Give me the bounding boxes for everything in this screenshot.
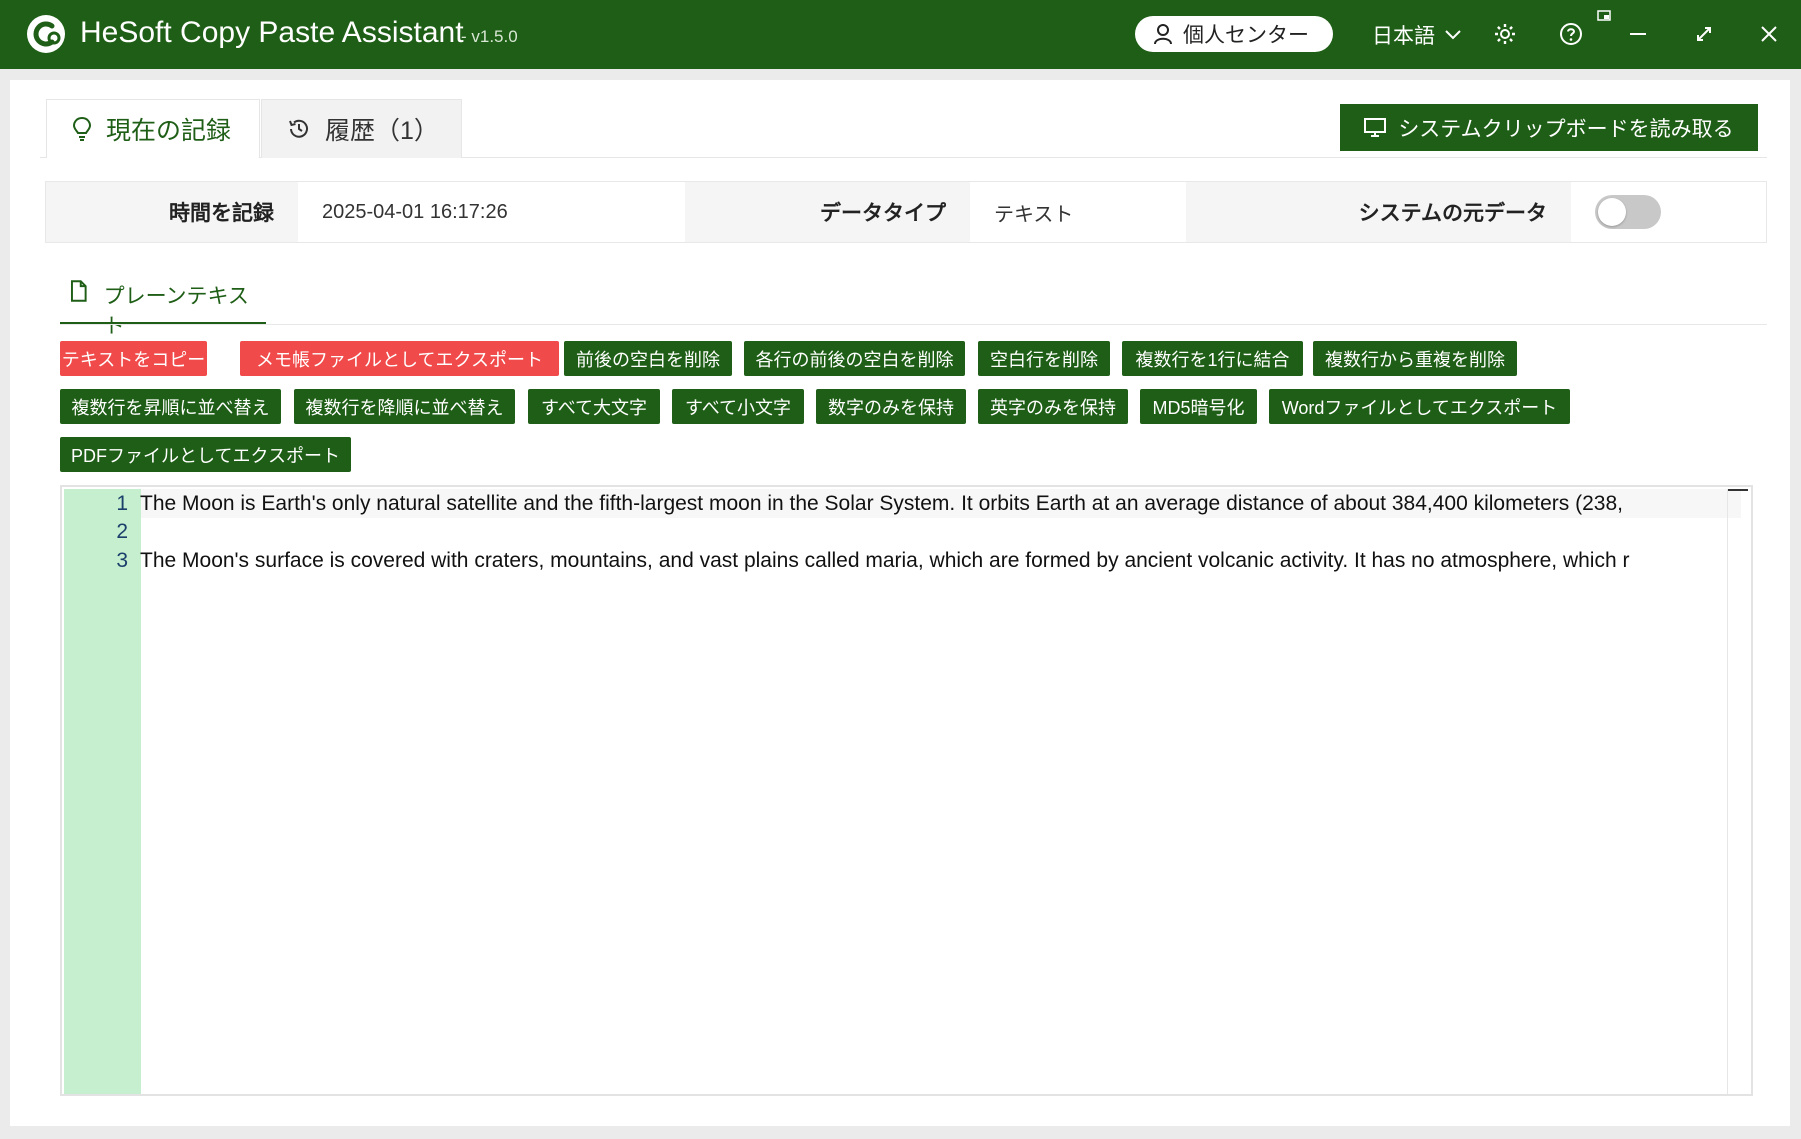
clock-history-icon xyxy=(289,119,308,138)
dedupe-lines-button[interactable]: 複数行から重複を削除 xyxy=(1313,341,1517,376)
trim-both-button[interactable]: 前後の空白を削除 xyxy=(564,341,732,376)
export-notepad-button[interactable]: メモ帳ファイルとしてエクスポート xyxy=(240,341,559,376)
data-type-value: テキスト xyxy=(994,203,1074,226)
lightbulb-icon xyxy=(72,116,92,141)
app-logo-icon xyxy=(27,15,65,53)
line-number: 1 xyxy=(116,492,128,515)
md5-button[interactable]: MD5暗号化 xyxy=(1140,389,1257,424)
line-number: 2 xyxy=(116,520,128,543)
tab-current-record[interactable]: 現在の記録 xyxy=(46,99,260,158)
sort-ascending-button[interactable]: 複数行を昇順に並べ替え xyxy=(60,389,281,424)
export-pdf-button[interactable]: PDFファイルとしてエクスポート xyxy=(60,437,351,472)
read-clipboard-button[interactable]: システムクリップボードを読み取る xyxy=(1340,104,1758,151)
record-info-row: 時間を記録 2025-04-01 16:17:26 データタイプ テキスト シス… xyxy=(45,181,1767,243)
help-icon[interactable] xyxy=(1557,20,1585,48)
join-lines-button[interactable]: 複数行を1行に結合 xyxy=(1122,341,1303,376)
user-center-label: 個人センター xyxy=(1183,24,1309,47)
trim-each-line-button[interactable]: 各行の前後の空白を削除 xyxy=(744,341,965,376)
tab-current-label: 現在の記録 xyxy=(106,117,232,145)
main-panel: 現在の記録 履歴（1） システムクリップボードを読み取る 時間を記録 2025-… xyxy=(10,80,1790,1126)
window-badge-icon xyxy=(1597,10,1611,21)
editor-line[interactable]: The Moon is Earth's only natural satelli… xyxy=(140,492,1623,516)
uppercase-button[interactable]: すべて大文字 xyxy=(528,389,660,424)
user-center-button[interactable]: 個人センター xyxy=(1135,16,1333,52)
read-clipboard-label: システムクリップボードを読み取る xyxy=(1398,117,1734,141)
text-caret xyxy=(1728,489,1748,491)
chevron-down-icon xyxy=(1445,30,1461,40)
plain-text-label: プレーンテキスト xyxy=(103,285,249,338)
app-version: - v1.5.0 xyxy=(461,27,518,46)
user-icon xyxy=(1154,24,1172,45)
monitor-icon xyxy=(1364,117,1387,137)
raw-data-label: システムの元データ xyxy=(1186,182,1571,242)
raw-data-toggle[interactable] xyxy=(1595,195,1661,229)
raw-data-cell xyxy=(1571,182,1766,242)
line-number: 3 xyxy=(116,549,128,572)
maximize-icon[interactable] xyxy=(1690,20,1718,48)
sort-descending-button[interactable]: 複数行を降順に並べ替え xyxy=(294,389,515,424)
export-word-button[interactable]: Wordファイルとしてエクスポート xyxy=(1269,389,1570,424)
app-title: HeSoft Copy Paste Assistant xyxy=(80,16,464,49)
minimize-icon[interactable] xyxy=(1624,20,1652,48)
record-time-label: 時間を記録 xyxy=(46,182,298,242)
record-time-value: 2025-04-01 16:17:26 xyxy=(322,200,508,223)
digits-only-button[interactable]: 数字のみを保持 xyxy=(816,389,966,424)
tab-history[interactable]: 履歴（1） xyxy=(261,99,462,158)
text-editor[interactable]: 1 2 3 The Moon is Earth's only natural s… xyxy=(60,485,1753,1096)
title-bar: HeSoft Copy Paste Assistant - v1.5.0 個人セ… xyxy=(0,0,1801,69)
section-divider xyxy=(60,324,1767,325)
remove-blank-lines-button[interactable]: 空白行を削除 xyxy=(978,341,1110,376)
line-number-gutter: 1 2 3 xyxy=(64,489,141,1094)
copy-text-button[interactable]: テキストをコピー xyxy=(60,341,207,376)
editor-line[interactable]: The Moon's surface is covered with crate… xyxy=(140,549,1629,573)
document-icon xyxy=(70,280,87,302)
editor-margin-rule xyxy=(1727,489,1728,1094)
language-label: 日本語 xyxy=(1372,25,1435,48)
tab-history-label: 履歴（1） xyxy=(325,117,439,145)
data-type-label: データタイプ xyxy=(685,182,970,242)
plain-text-tab[interactable]: プレーンテキスト xyxy=(60,276,266,338)
language-selector[interactable]: 日本語 xyxy=(1372,20,1461,50)
letters-only-button[interactable]: 英字のみを保持 xyxy=(978,389,1128,424)
lowercase-button[interactable]: すべて小文字 xyxy=(672,389,804,424)
close-icon[interactable] xyxy=(1755,20,1783,48)
settings-gear-icon[interactable] xyxy=(1491,20,1519,48)
